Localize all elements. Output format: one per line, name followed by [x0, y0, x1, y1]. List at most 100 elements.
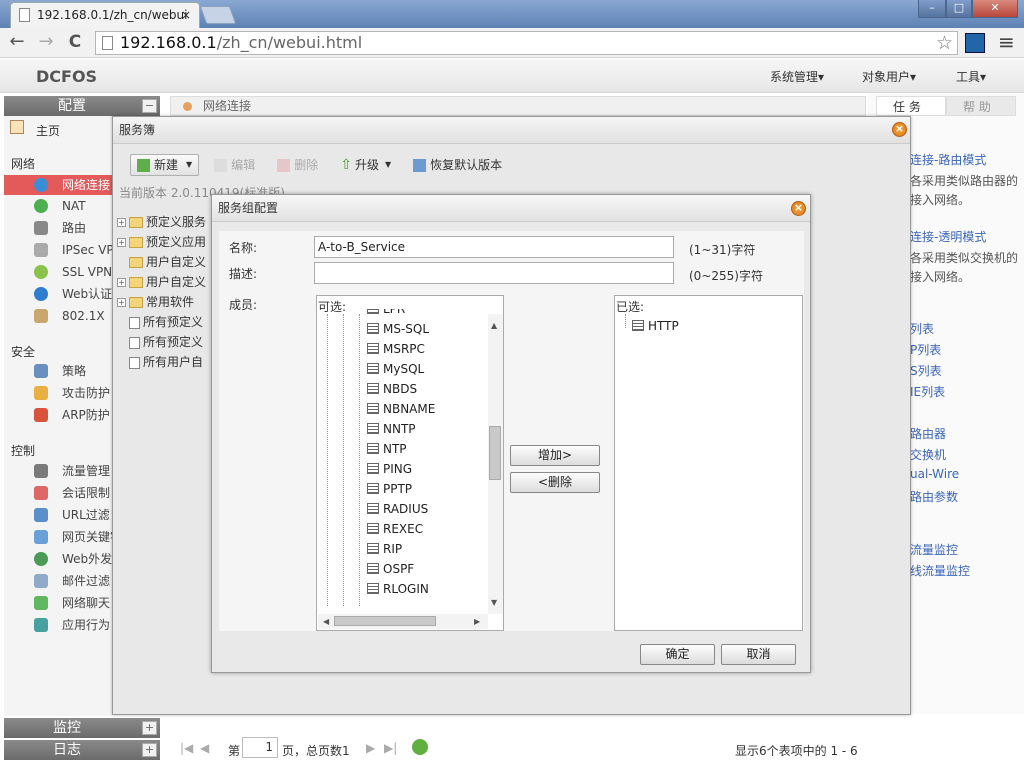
task-link[interactable]: 连接-透明模式	[910, 228, 986, 245]
maximize-button[interactable]: □	[946, 0, 972, 18]
scroll-up-icon[interactable]: ▲	[491, 321, 497, 330]
expand-icon[interactable]: +	[142, 743, 157, 757]
tab-close-icon[interactable]: ×	[181, 3, 191, 27]
new-button[interactable]: 新建 ▼	[130, 154, 200, 176]
expand-icon[interactable]: +	[117, 238, 126, 247]
expand-icon[interactable]: +	[117, 278, 126, 287]
task-link[interactable]: IE列表	[910, 383, 945, 400]
sidebar-item-chat[interactable]: 网络聊天	[4, 593, 112, 613]
sidebar-item-arp[interactable]: ARP防护	[4, 405, 112, 425]
last-page-icon[interactable]: ▶|	[384, 741, 397, 755]
menu-system[interactable]: 系统管理▾	[770, 68, 824, 85]
task-link[interactable]: 流量监控	[910, 541, 958, 558]
task-link[interactable]: S列表	[910, 362, 942, 379]
menu-objects[interactable]: 对象用户▾	[862, 68, 916, 85]
sidebar-item-home[interactable]: 主页	[36, 122, 60, 139]
service-item[interactable]: REXEC	[367, 519, 485, 539]
sidebar-item-route[interactable]: 路由	[4, 218, 112, 238]
add-button[interactable]: 增加>	[510, 445, 600, 466]
task-link[interactable]: ual-Wire	[910, 467, 959, 481]
new-tab-button[interactable]	[199, 6, 237, 24]
address-bar[interactable]: 192.168.0.1/zh_cn/webui.html ☆	[95, 31, 958, 55]
browser-tab[interactable]: 192.168.0.1/zh_cn/webui ×	[10, 2, 200, 28]
available-hscroll-thumb[interactable]	[334, 616, 436, 626]
restore-button[interactable]: 恢复默认版本	[406, 154, 509, 176]
task-link[interactable]: 交换机	[910, 446, 946, 463]
tab-help[interactable]: 帮 助	[946, 96, 1016, 116]
service-item[interactable]: NTP	[367, 439, 485, 459]
reload-icon[interactable]: C	[64, 33, 86, 53]
service-item[interactable]: PING	[367, 459, 485, 479]
service-item[interactable]: MySQL	[367, 359, 485, 379]
sidebar-monitor-header[interactable]: 监控 +	[4, 718, 160, 738]
expand-icon[interactable]: +	[142, 721, 157, 735]
sidebar-item-keyword[interactable]: 网页关键字	[4, 527, 112, 547]
page-input[interactable]: 1	[242, 737, 278, 758]
service-item[interactable]: LPR	[367, 309, 485, 319]
description-input[interactable]	[314, 262, 674, 284]
close-window-button[interactable]: ✕	[972, 0, 1018, 18]
task-link[interactable]: P列表	[910, 341, 941, 358]
sidebar-item-sslvpn[interactable]: SSL VPN	[4, 262, 112, 282]
tree-node[interactable]: + 预定义应用	[117, 232, 217, 252]
prev-page-icon[interactable]: ◀	[200, 741, 209, 755]
upgrade-button[interactable]: ⇧ 升级 ▼	[333, 154, 398, 176]
sidebar-item-mail-filter[interactable]: 邮件过滤	[4, 571, 112, 591]
selected-service-item[interactable]: HTTP	[632, 316, 792, 336]
remove-button[interactable]: <删除	[510, 472, 600, 493]
edit-button[interactable]: 编辑	[207, 154, 262, 176]
tree-node[interactable]: 所有预定义	[117, 312, 217, 332]
close-icon[interactable]: ×	[791, 201, 806, 216]
tree-node[interactable]: 所有用户自	[117, 352, 217, 372]
task-link[interactable]: 路由器	[910, 425, 946, 442]
refresh-icon[interactable]	[412, 739, 428, 755]
service-item[interactable]: MS-SQL	[367, 319, 485, 339]
service-item[interactable]: OSPF	[367, 559, 485, 579]
service-item[interactable]: NBNAME	[367, 399, 485, 419]
sidebar-config-header[interactable]: 配置 −	[4, 96, 160, 116]
tree-node[interactable]: 所有预定义	[117, 332, 217, 352]
extension-icon[interactable]	[965, 33, 985, 53]
expand-icon[interactable]: +	[117, 218, 126, 227]
sidebar-item-policy[interactable]: 策略	[4, 361, 112, 381]
forward-icon[interactable]: →	[35, 33, 57, 53]
sidebar-item-ipsec[interactable]: IPSec VPN	[4, 240, 112, 260]
minimize-button[interactable]: –	[918, 0, 946, 18]
name-input[interactable]: A-to-B_Service	[314, 236, 674, 258]
available-vscroll-thumb[interactable]	[489, 426, 501, 480]
ok-button[interactable]: 确定	[640, 644, 715, 665]
first-page-icon[interactable]: |◀	[180, 741, 193, 755]
tab-task[interactable]: 任 务	[876, 96, 946, 116]
service-item[interactable]: PPTP	[367, 479, 485, 499]
sidebar-item-session-limit[interactable]: 会话限制	[4, 483, 112, 503]
tree-node[interactable]: + 常用软件	[117, 292, 217, 312]
close-icon[interactable]: ×	[892, 122, 907, 137]
expand-icon[interactable]: +	[117, 298, 126, 307]
task-link[interactable]: 连接-路由模式	[910, 151, 986, 168]
sidebar-item-nat[interactable]: NAT	[4, 196, 112, 216]
cancel-button[interactable]: 取消	[721, 644, 796, 665]
next-page-icon[interactable]: ▶	[366, 741, 375, 755]
sidebar-item-network-connection[interactable]: 网络连接	[4, 175, 112, 195]
service-item[interactable]: RLOGIN	[367, 579, 485, 599]
service-item[interactable]: MSRPC	[367, 339, 485, 359]
scroll-down-icon[interactable]: ▼	[491, 598, 497, 607]
scroll-left-icon[interactable]: ◀	[323, 617, 329, 626]
task-link[interactable]: 线流量监控	[910, 562, 970, 579]
sidebar-item-app-behavior[interactable]: 应用行为	[4, 615, 112, 635]
bookmark-star-icon[interactable]: ☆	[936, 32, 953, 54]
sidebar-item-web-outbound[interactable]: Web外发	[4, 549, 112, 569]
sidebar-item-attack-defense[interactable]: 攻击防护	[4, 383, 112, 403]
sidebar-log-header[interactable]: 日志 +	[4, 740, 160, 760]
sidebar-item-8021x[interactable]: 802.1X	[4, 306, 112, 326]
service-item[interactable]: RADIUS	[367, 499, 485, 519]
scroll-right-icon[interactable]: ▶	[474, 617, 480, 626]
task-link[interactable]: 列表	[910, 320, 934, 337]
tree-node[interactable]: 用户自定义	[117, 252, 217, 272]
service-item[interactable]: NNTP	[367, 419, 485, 439]
delete-button[interactable]: 删除	[270, 154, 325, 176]
collapse-icon[interactable]: −	[142, 99, 157, 113]
task-link[interactable]: 路由参数	[910, 488, 958, 505]
browser-menu-icon[interactable]: ≡	[998, 30, 1015, 54]
sidebar-item-traffic[interactable]: 流量管理	[4, 461, 112, 481]
